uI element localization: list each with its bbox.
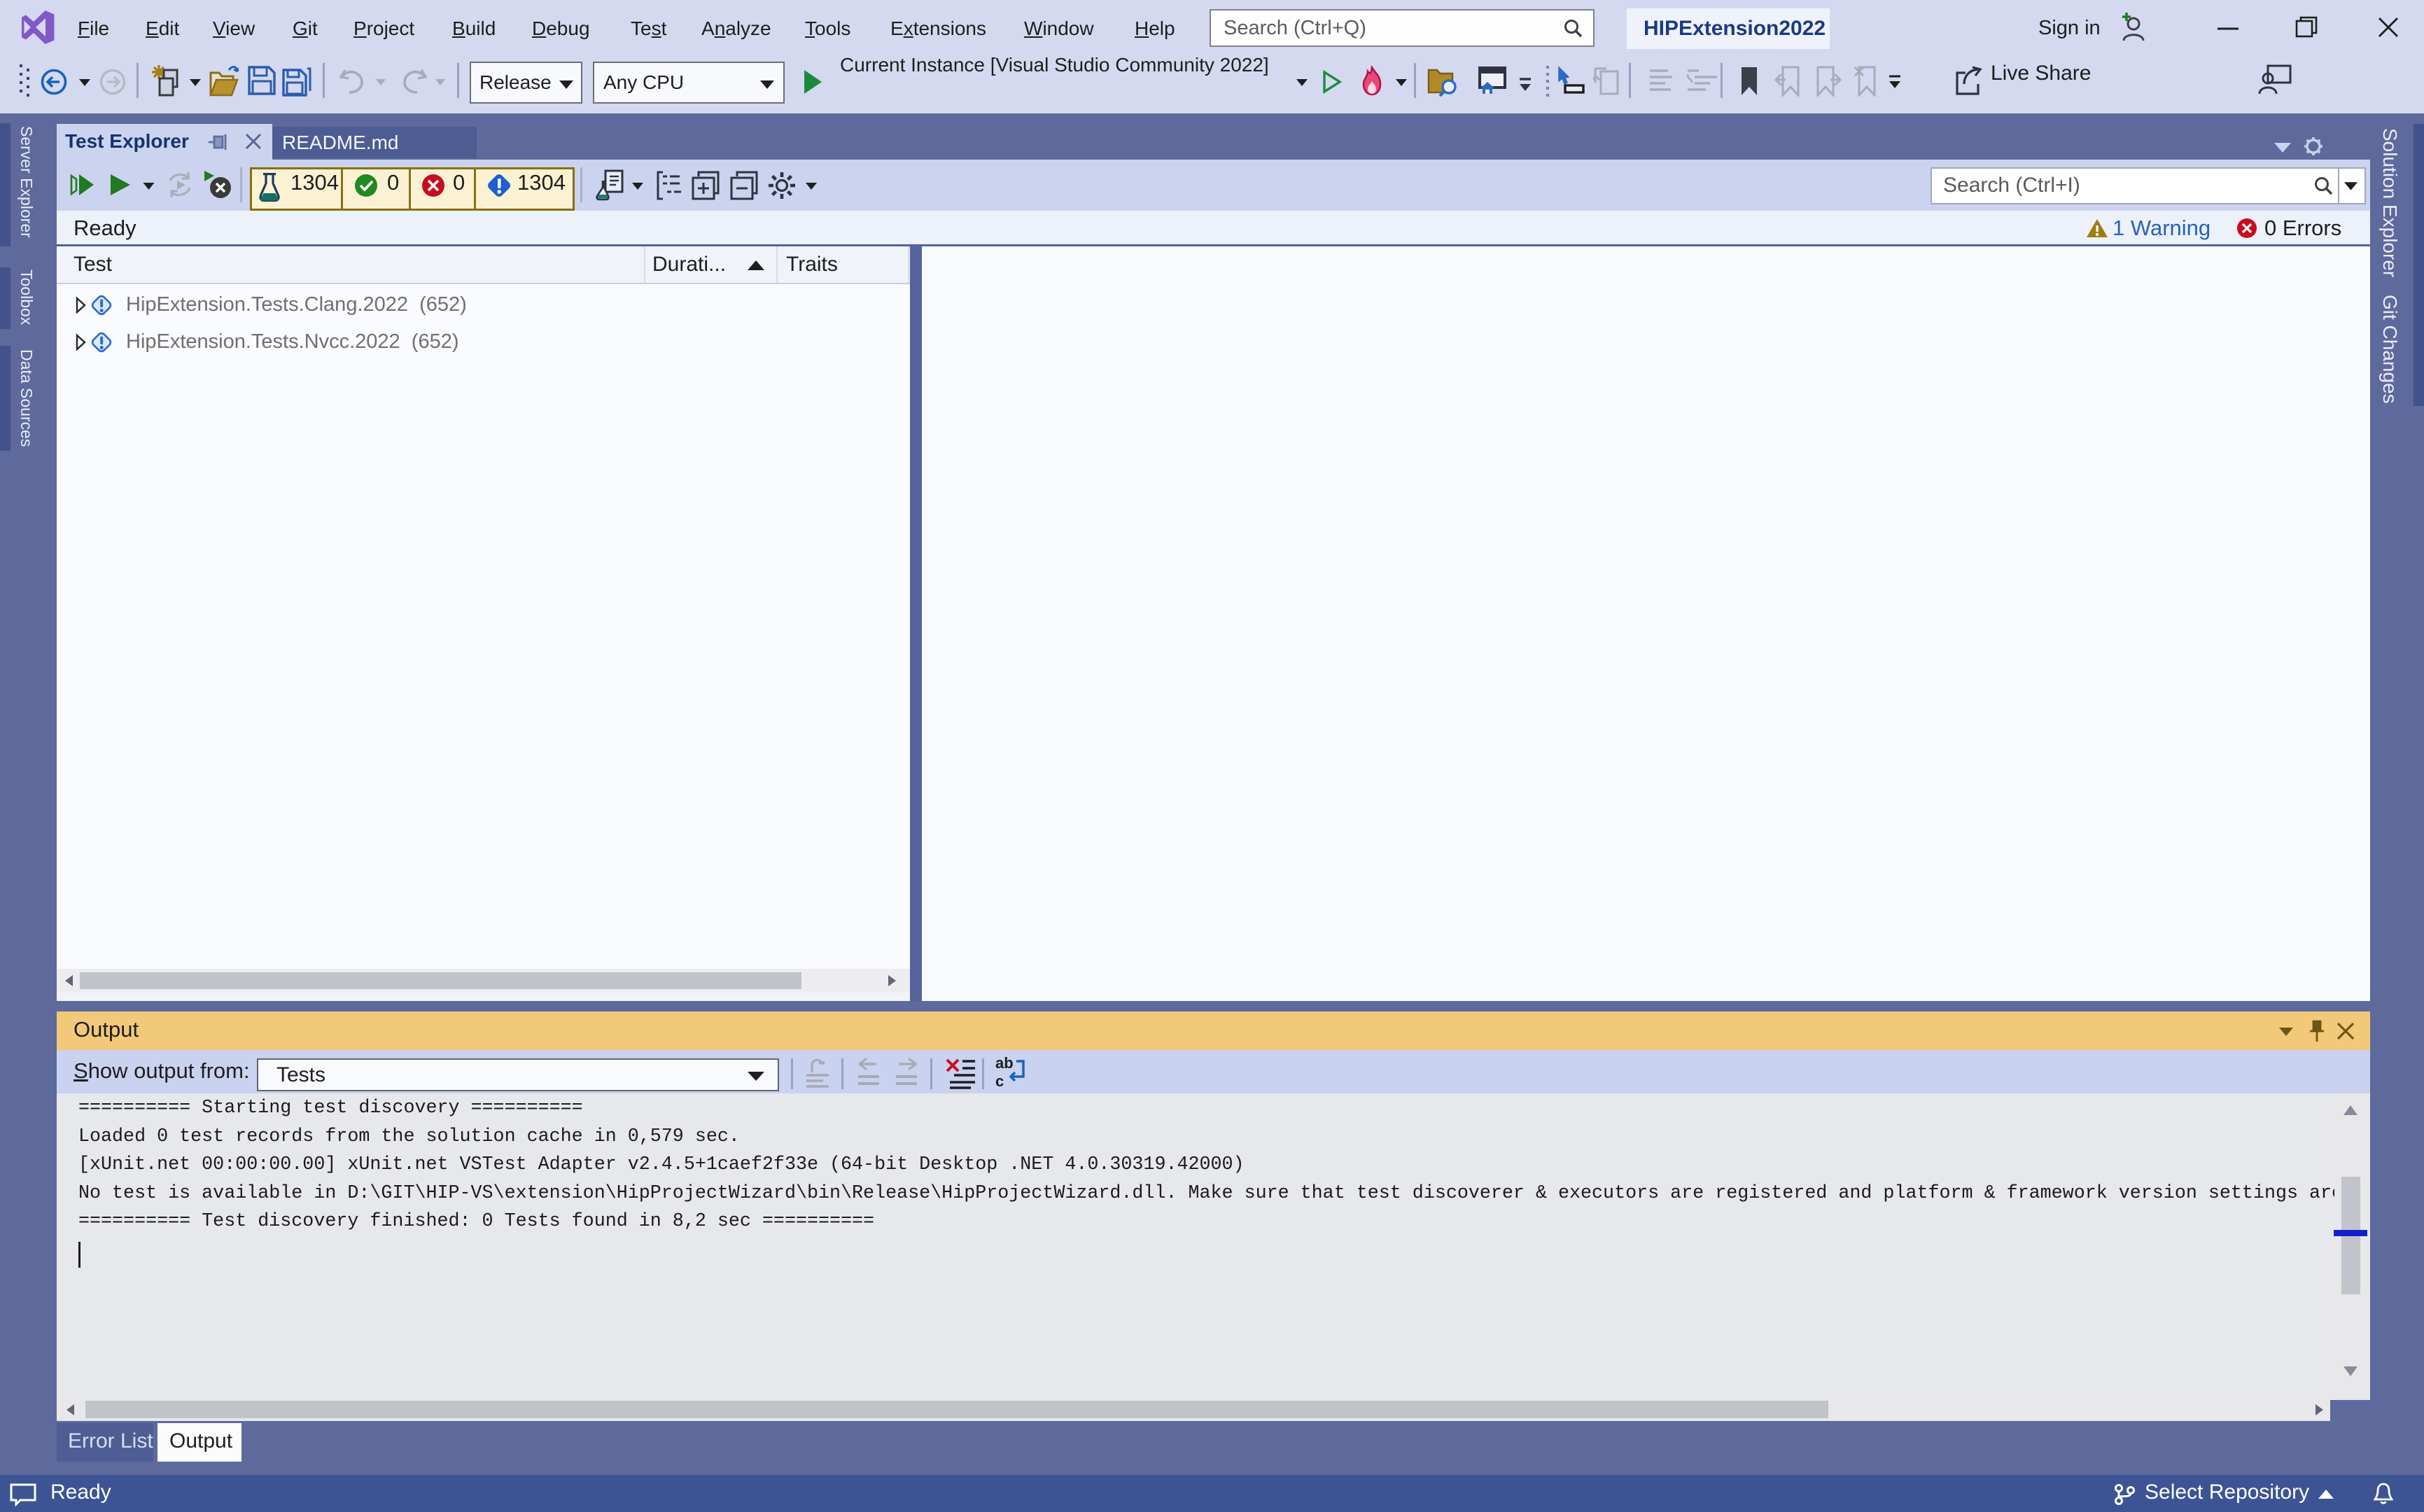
svg-text:c: c (995, 1072, 1004, 1090)
svg-text:ab: ab (995, 1056, 1014, 1072)
